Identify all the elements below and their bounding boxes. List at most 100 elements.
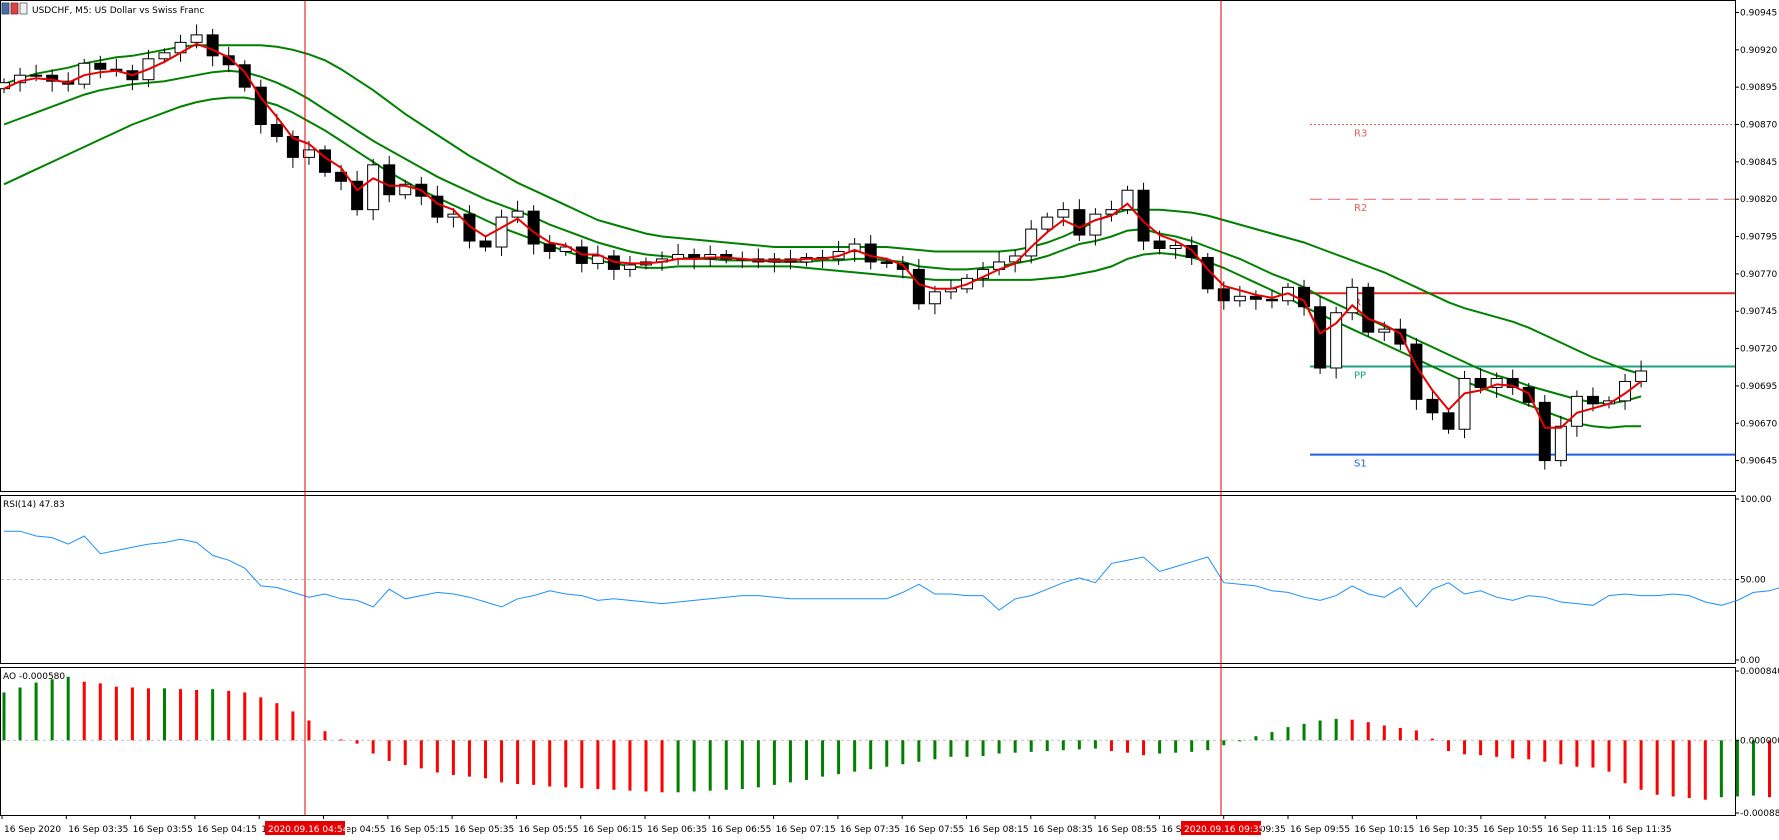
ao-tick-label: 0.000000	[1740, 736, 1779, 746]
bull-candle	[496, 217, 507, 247]
ao-bar-up	[1270, 732, 1273, 740]
price-tick-label: 0.90820	[1740, 195, 1777, 205]
bull-candle	[1555, 426, 1566, 460]
moving-average-line	[4, 44, 1641, 428]
ao-bar-down	[532, 740, 535, 785]
ao-bar-down	[645, 740, 648, 791]
time-tick-label: 16 Sep 08:15	[969, 825, 1029, 835]
ao-bar-down	[1447, 740, 1450, 751]
bear-candle	[384, 165, 395, 195]
ao-bar-down	[1656, 740, 1659, 794]
ao-bar-down	[1672, 740, 1675, 796]
ao-pane-frame	[1, 668, 1736, 816]
ao-bar-down	[596, 740, 599, 789]
ao-bar-up	[821, 740, 824, 776]
ao-bar-down	[1559, 740, 1562, 764]
time-tick-label: 16 Sep 07:15	[776, 825, 836, 835]
symbol-icon[interactable]	[2, 3, 27, 14]
pivot-label-r2: R2	[1354, 203, 1367, 214]
ao-bar-up	[677, 740, 680, 792]
chart-canvas[interactable]: USDCHF, M5: US Dollar vs Swiss Franc RSI…	[0, 0, 1779, 836]
bear-candle	[1074, 210, 1085, 235]
ao-bar-down	[1704, 740, 1707, 799]
ao-bar-up	[757, 740, 760, 787]
time-tick-label: 16 Sep 03:35	[68, 825, 128, 835]
bull-candle	[1379, 329, 1390, 332]
ao-bar-down	[500, 740, 503, 782]
bull-candle	[368, 165, 379, 210]
envelope-line-2	[4, 71, 1641, 404]
separator-lines	[305, 1, 1221, 815]
bear-candle	[1154, 241, 1165, 248]
rsi-tick-label: 50.00	[1740, 576, 1766, 586]
bear-candle	[1266, 299, 1277, 300]
price-tick-label: 0.90720	[1740, 345, 1777, 355]
ao-bar-up	[885, 740, 888, 766]
ao-bar-down	[1479, 740, 1482, 755]
ao-bar-up	[982, 740, 985, 756]
ao-tick-label: 0.000840	[1740, 667, 1779, 677]
time-tick-label: 16 Sep 10:55	[1483, 825, 1543, 835]
time-tick-label: 16 Sep 2020	[4, 825, 61, 835]
bear-candle	[1299, 287, 1310, 306]
ao-bar-up	[773, 740, 776, 785]
price-tick-label: 0.90870	[1740, 121, 1777, 131]
ao-bar-down	[307, 721, 310, 741]
crosshair-date-label: 2020.09.16 09:35	[1184, 825, 1264, 835]
price-tick-label: 0.90695	[1740, 382, 1777, 392]
ao-bar-down	[259, 697, 262, 740]
ao-bar-up	[1062, 740, 1065, 750]
pivot-label-r3: R3	[1354, 129, 1367, 140]
bear-candle	[1587, 396, 1598, 403]
bear-candle	[271, 125, 282, 137]
ao-bar-up	[1158, 740, 1161, 753]
ao-bar-down	[275, 703, 278, 740]
ao-bar-up	[1078, 740, 1081, 749]
ao-bar-down	[1640, 740, 1643, 790]
ao-bar-up	[725, 740, 728, 790]
bull-candle	[31, 75, 42, 76]
ao-bar-down	[1383, 725, 1386, 740]
ao-bar-down	[420, 740, 423, 768]
ao-bar-up	[1206, 740, 1209, 750]
time-tick-label: 16 Sep 05:35	[454, 825, 514, 835]
ao-bar-up	[1319, 721, 1322, 741]
ao-bar-up	[693, 740, 696, 791]
time-tick-label: 16 Sep 06:15	[583, 825, 643, 835]
time-tick-label: 16 Sep 10:15	[1354, 825, 1414, 835]
ao-bar-down	[340, 739, 343, 740]
ao-bar-down	[356, 740, 359, 743]
ao-bar-up	[1238, 740, 1241, 741]
bull-candle	[159, 53, 170, 59]
time-tick-label: 16 Sep 04:15	[197, 825, 257, 835]
ao-bar-down	[195, 690, 198, 740]
time-tick-label: 16 Sep 05:15	[390, 825, 450, 835]
ao-bar-up	[1190, 740, 1193, 752]
ao-bar-up	[917, 740, 920, 761]
ao-label: AO -0.000580	[3, 672, 65, 682]
bull-candle	[1058, 210, 1069, 217]
ao-bar-up	[966, 740, 969, 757]
ao-bar-up	[709, 740, 712, 790]
ao-bar-down	[83, 682, 86, 741]
ao-bar-up	[789, 740, 792, 782]
ao-bar-up	[837, 740, 840, 774]
time-tick-label: 16 Sep 06:35	[647, 825, 707, 835]
bear-candle	[1363, 287, 1374, 332]
ao-bar-up	[1222, 740, 1225, 745]
ao-bar-down	[1768, 740, 1771, 797]
ao-bar-down	[1351, 720, 1354, 741]
ao-bar-down	[99, 683, 102, 740]
ao-bar-down	[1527, 740, 1530, 759]
price-axis: 0.909450.909200.908950.908700.908450.908…	[1735, 8, 1779, 819]
envelope-line-1	[4, 45, 1641, 374]
ao-bar-down	[1463, 740, 1466, 754]
bull-candle	[929, 292, 940, 304]
time-tick-label: 16 Sep 10:35	[1419, 825, 1479, 835]
ao-bar-down	[661, 740, 664, 792]
price-tick-label: 0.90670	[1740, 419, 1777, 429]
time-tick-label: 16 Sep 11:35	[1612, 825, 1672, 835]
pivot-label-s1: S1	[1354, 459, 1367, 470]
bear-candle	[913, 269, 924, 303]
ao-bar-down	[1142, 740, 1145, 755]
